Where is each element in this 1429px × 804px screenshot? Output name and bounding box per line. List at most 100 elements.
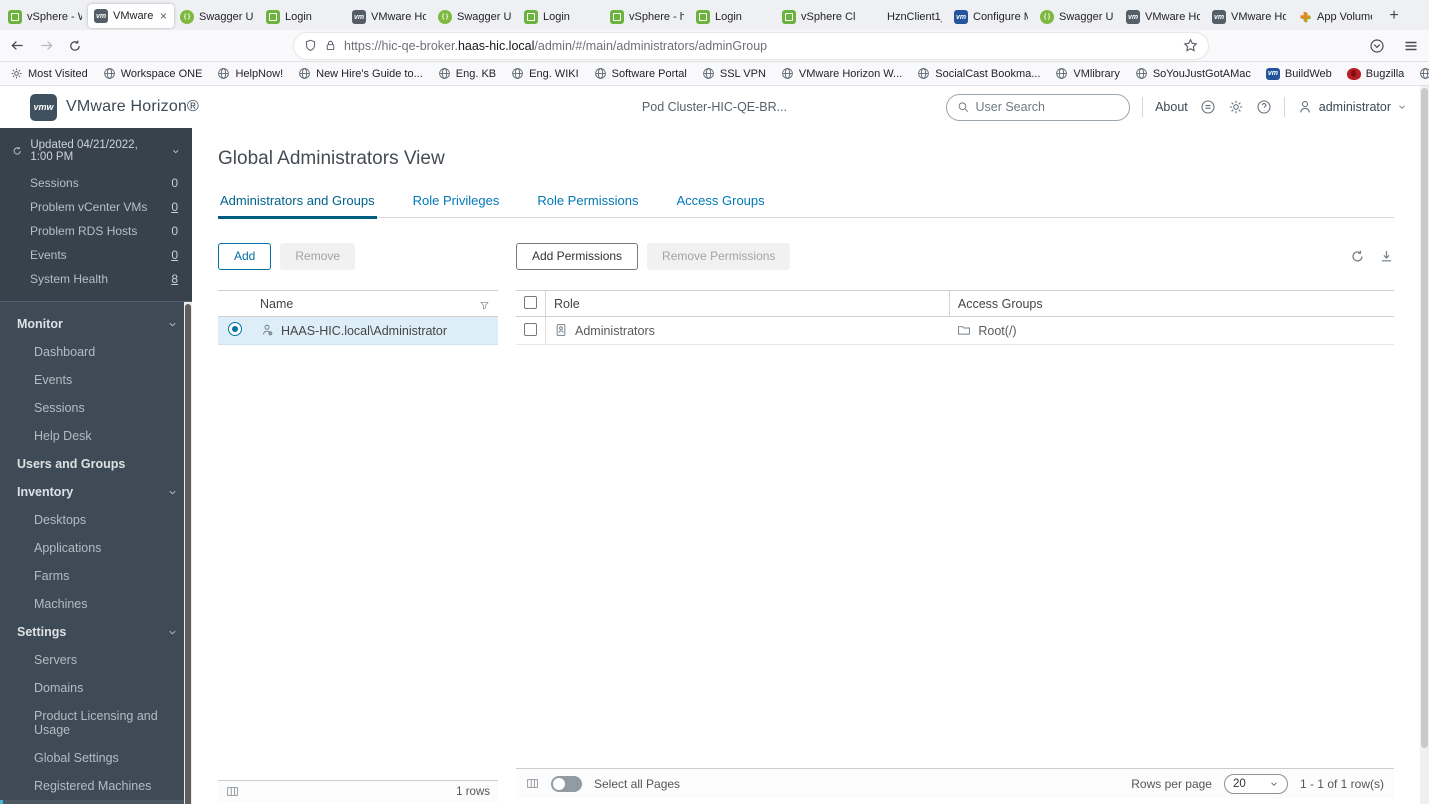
tab-role-permissions[interactable]: Role Permissions [535,187,640,217]
browser-tab[interactable]: VMware Horiz [1206,4,1292,30]
select-all-pages-toggle[interactable] [551,775,582,792]
gear-icon[interactable] [1228,99,1244,115]
bookmark-item[interactable]: SSL VPN [702,67,766,80]
user-menu[interactable]: administrator [1297,99,1407,115]
sidebar-scrollbar-thumb[interactable] [185,304,191,804]
browser-tab[interactable]: Swagger UI [432,4,518,30]
add-button[interactable]: Add [218,242,272,270]
browser-tab[interactable]: App Volumes [1292,4,1378,30]
tracking-shield-icon[interactable] [304,39,317,52]
bookmark-item[interactable]: Oracle Apps [1419,67,1429,80]
sidebar-item-users-and-groups[interactable]: Users and Groups [0,450,192,478]
page-scrollbar-thumb[interactable] [1421,88,1428,748]
user-search-box[interactable] [946,93,1131,121]
sidebar-item-administrators[interactable]: Administrators [0,800,192,804]
tab-access-groups[interactable]: Access Groups [674,187,766,217]
refresh-icon[interactable] [1350,249,1365,264]
browser-tab[interactable]: vSphere - Win [2,4,88,30]
row-checkbox[interactable] [524,322,537,336]
browser-tab[interactable]: VMware Horiz [1120,4,1206,30]
summary-count-link[interactable]: 0 [171,248,178,262]
sidebar-item-global-settings[interactable]: Global Settings [0,744,192,772]
section-label: Monitor [17,317,63,331]
bookmark-item[interactable]: VMlibrary [1055,67,1120,80]
sidebar-item-registered-machines[interactable]: Registered Machines [0,772,192,800]
bookmark-item[interactable]: Bugzilla [1346,67,1404,80]
browser-tab[interactable]: Login [690,4,776,30]
tab-administrators-and-groups[interactable]: Administrators and Groups [218,187,377,219]
sidebar-item-help-desk[interactable]: Help Desk [0,422,192,450]
bookmark-item[interactable]: SocialCast Bookma... [917,67,1040,80]
browser-tab[interactable]: Swagger UI [1034,4,1120,30]
browser-tab[interactable]: Login [260,4,346,30]
export-download-icon[interactable] [1379,249,1394,264]
chevron-down-icon[interactable] [171,146,180,157]
pocket-icon[interactable] [1369,38,1385,54]
pod-cluster-name[interactable]: Pod Cluster-HIC-QE-BR... [642,100,787,114]
tab-role-privileges[interactable]: Role Privileges [411,187,502,217]
row-radio[interactable] [228,322,242,336]
sidebar-item-product-licensing[interactable]: Product Licensing and Usage [0,702,192,744]
remove-permissions-button[interactable]: Remove Permissions [647,242,791,270]
bookmark-item[interactable]: SoYouJustGotAMac [1135,67,1251,80]
summary-count-link[interactable]: 8 [171,272,178,286]
select-all-checkbox[interactable] [524,295,537,309]
bookmark-star-icon[interactable] [1183,38,1198,53]
sidebar-item-events[interactable]: Events [0,366,192,394]
sidebar-section-monitor[interactable]: Monitor [0,310,192,338]
sidebar-item-servers[interactable]: Servers [0,646,192,674]
sidebar-item-desktops[interactable]: Desktops [0,506,192,534]
filter-icon[interactable] [479,300,490,311]
table-row-administrator[interactable]: HAAS-HIC.local\Administrator [218,316,498,345]
new-tab-button[interactable]: + [1382,4,1406,28]
sidebar-section-inventory[interactable]: Inventory [0,478,192,506]
sidebar-section-settings[interactable]: Settings [0,618,192,646]
page-size-select[interactable]: 20 [1223,773,1288,794]
browser-tab[interactable]: Login [518,4,604,30]
sidebar-item-dashboard[interactable]: Dashboard [0,338,192,366]
reload-button[interactable] [68,38,82,53]
bookmark-item[interactable]: HelpNow! [217,67,283,80]
sidebar-item-applications[interactable]: Applications [0,534,192,562]
sidebar-item-machines[interactable]: Machines [0,590,192,618]
browser-tab[interactable]: vSphere - hic [604,4,690,30]
page-scrollbar[interactable] [1420,86,1429,804]
refresh-icon[interactable] [12,145,22,157]
url-bar[interactable]: https://hic-qe-broker.haas-hic.local/adm… [294,32,1208,59]
close-tab-icon[interactable]: × [159,9,168,23]
bookmark-item[interactable]: Most Visited [10,67,88,80]
bookmark-item[interactable]: Eng. KB [438,67,496,80]
menu-icon[interactable] [1403,38,1419,54]
about-link[interactable]: About [1155,100,1188,114]
add-permissions-button[interactable]: Add Permissions [516,242,639,270]
bookmark-item[interactable]: Eng. WIKI [511,67,579,80]
table-row-permission[interactable]: Administrators Root(/) [516,316,1394,345]
bookmark-item[interactable]: New Hire's Guide to... [298,67,423,80]
feedback-icon[interactable] [1200,99,1216,115]
browser-tab[interactable]: Configure Mai [948,4,1034,30]
sidebar-item-domains[interactable]: Domains [0,674,192,702]
browser-tab[interactable]: vSphere Client [776,4,862,30]
summary-count-link[interactable]: 0 [171,200,178,214]
lock-icon[interactable] [324,39,337,52]
back-button[interactable] [10,38,25,54]
sidebar-scrollbar[interactable] [184,302,192,804]
help-icon[interactable] [1256,99,1272,115]
user-search-input[interactable] [975,100,1120,114]
url-text[interactable]: https://hic-qe-broker.haas-hic.local/adm… [344,39,1176,53]
browser-tab[interactable]: Swagger UI [174,4,260,30]
bookmark-item[interactable]: Workspace ONE [103,67,202,80]
forward-button[interactable] [39,38,54,54]
remove-button[interactable]: Remove [280,242,356,270]
sidebar-item-sessions[interactable]: Sessions [0,394,192,422]
browser-tab[interactable]: VMware Horiz [346,4,432,30]
permissions-panel: Add Permissions Remove Permissions Role [516,242,1394,804]
column-settings-icon[interactable] [526,777,539,790]
sidebar-item-farms[interactable]: Farms [0,562,192,590]
browser-tab-active[interactable]: VMware Hor × [88,4,174,28]
bookmark-item[interactable]: Software Portal [594,67,687,80]
column-settings-icon[interactable] [226,785,239,798]
browser-tab[interactable]: HznClient1_w7 [862,4,948,30]
bookmark-item[interactable]: VMware Horizon W... [781,67,902,80]
bookmark-item[interactable]: BuildWeb [1265,67,1332,80]
